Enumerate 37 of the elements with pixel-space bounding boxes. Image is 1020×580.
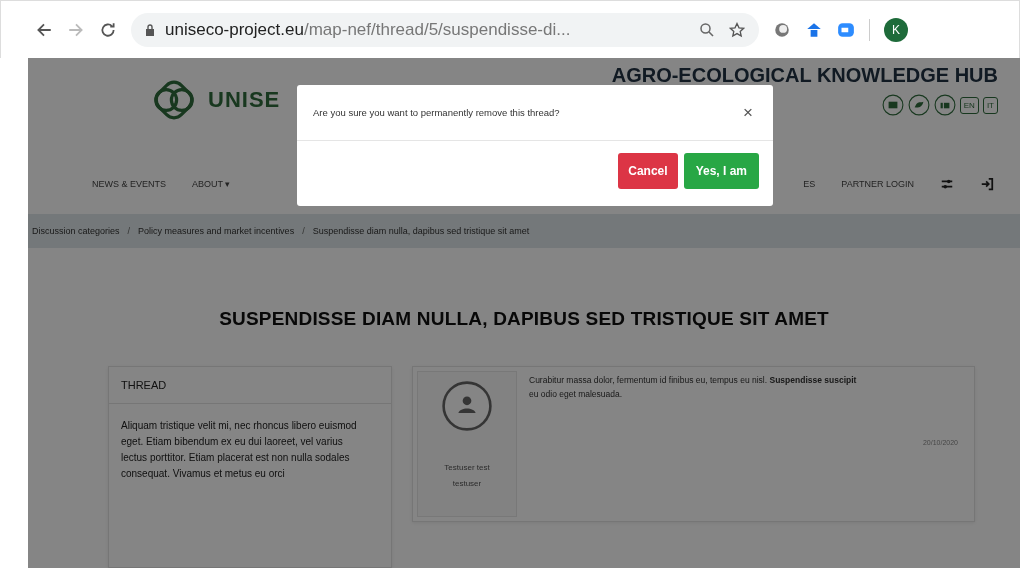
zoom-icon[interactable]: [699, 21, 715, 38]
url-path: /map-nef/thread/5/suspendisse-di...: [303, 19, 571, 40]
thread-text: Aliquam tristique velit mi, nec rhoncus libero euismod eget. Etiam bibendum ex eu dui laoreet, vel varius lectus porttitor. Etiam placerat est non nulla sodales consequat. Vivamus et metus eu orci: [121, 419, 358, 481]
star-icon[interactable]: [729, 21, 745, 38]
profile-avatar[interactable]: K: [884, 17, 908, 42]
reload-icon[interactable]: [99, 20, 117, 39]
breadcrumb-link[interactable]: Suspendisse diam nulla, dapibus sed tristique sit amet: [312, 226, 530, 236]
nav-link[interactable]: NEWS & EVENTS: [92, 179, 166, 189]
cancel-button[interactable]: Cancel: [618, 153, 678, 189]
url-domain: uniseco-project.eu: [165, 19, 304, 40]
post-text: Curabitur massa dolor, fermentum id finibus eu, tempus eu nisl. Suspendisse suscipit eu odio eget malesuada.: [529, 374, 858, 401]
logo-text: UNISE: [208, 87, 281, 113]
nav-link[interactable]: ABOUT ▾: [192, 179, 231, 189]
hub-title: AGRO-ECOLOGICAL KNOWLEDGE HUB: [611, 64, 998, 86]
sliders-icon[interactable]: [940, 177, 954, 191]
lock-icon: [145, 23, 155, 36]
breadcrumb-separator: /: [302, 226, 305, 236]
nav-link[interactable]: ES: [803, 179, 816, 189]
card-heading: THREAD: [109, 367, 391, 404]
login-icon[interactable]: [980, 177, 994, 191]
nav-link[interactable]: PARTNER LOGIN: [841, 179, 914, 189]
confirm-button[interactable]: Yes, I am: [683, 153, 759, 189]
breadcrumb-separator: /: [127, 226, 131, 236]
avatar-icon: [441, 380, 493, 432]
linkedin-icon[interactable]: [933, 94, 956, 116]
mail-icon[interactable]: [881, 94, 904, 116]
close-button[interactable]: ×: [739, 102, 757, 123]
breadcrumb-link[interactable]: Policy measures and market incentives: [138, 226, 295, 236]
breadcrumb-link[interactable]: Discussion categories: [32, 226, 120, 236]
page-title: SUSPENDISSE DIAM NULLA, DAPIBUS SED TRISTIQUE SIT AMET: [218, 308, 830, 330]
language-button[interactable]: EN: [959, 96, 979, 114]
address-bar[interactable]: uniseco-project.eu/map-nef/thread/5/suspendisse-di...: [131, 12, 759, 47]
extension-icon[interactable]: [773, 20, 791, 39]
author-name: Testuser test testuser: [443, 462, 491, 490]
dialog-message: Are you sure you want to permanently remove this thread?: [313, 107, 560, 118]
language-button[interactable]: IT: [982, 96, 998, 114]
video-icon[interactable]: [837, 20, 855, 39]
